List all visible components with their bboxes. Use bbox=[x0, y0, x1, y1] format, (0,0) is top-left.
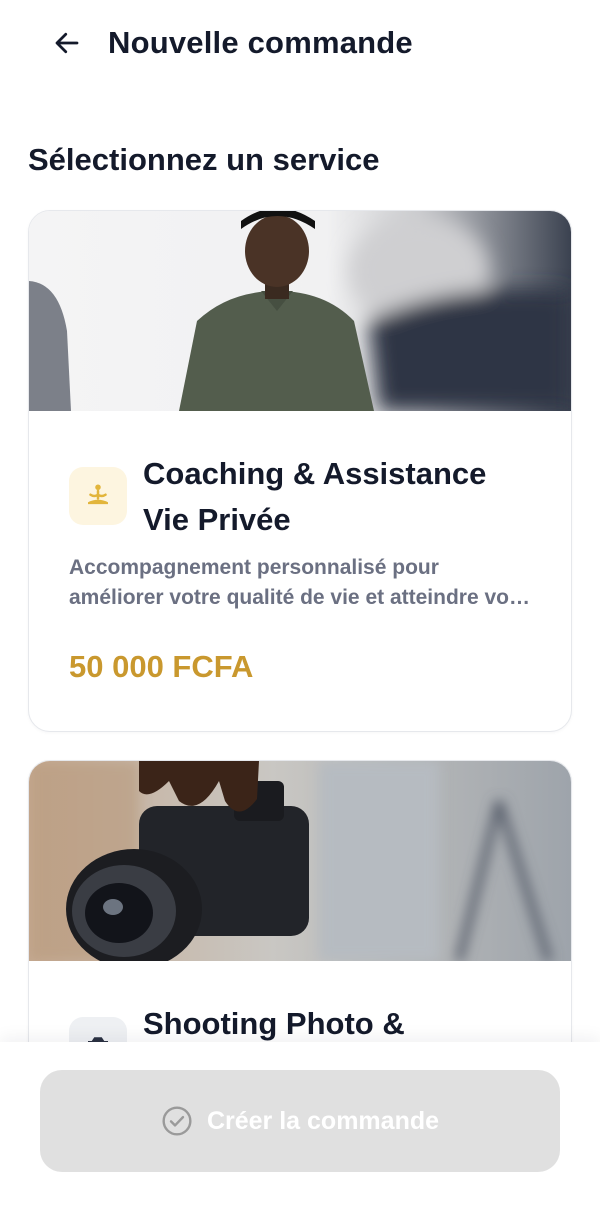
service-title-line1: Coaching & Assistance bbox=[143, 456, 487, 491]
service-title: Coaching & Assistance Vie Privée bbox=[143, 451, 543, 543]
meditation-icon bbox=[88, 484, 108, 505]
create-order-label: Créer la commande bbox=[206, 1106, 440, 1135]
service-title-line1: Shooting Photo & bbox=[143, 1006, 405, 1041]
service-title: Shooting Photo & bbox=[143, 1001, 543, 1047]
service-image-shooting bbox=[29, 761, 571, 961]
back-button[interactable] bbox=[46, 22, 88, 64]
arrow-left-icon bbox=[55, 32, 79, 54]
app-header: Nouvelle commande bbox=[0, 0, 600, 86]
page-title: Nouvelle commande bbox=[108, 25, 413, 60]
service-description: Accompagnement personnalisé pour amélior… bbox=[69, 556, 521, 609]
service-image-coaching bbox=[29, 211, 571, 411]
create-order-button[interactable]: Créer la commande bbox=[40, 1070, 560, 1172]
check-circle-icon bbox=[162, 1106, 192, 1136]
service-title-line2: Vie Privée bbox=[143, 502, 291, 537]
section-title: Sélectionnez un service bbox=[28, 142, 380, 177]
service-icon-box bbox=[69, 467, 127, 525]
service-card-coaching[interactable]: Coaching & Assistance Vie Privée Accompa… bbox=[28, 210, 572, 732]
bottom-action-bar: Créer la commande bbox=[0, 1042, 600, 1224]
service-price: 50 000 FCFA bbox=[69, 649, 254, 684]
